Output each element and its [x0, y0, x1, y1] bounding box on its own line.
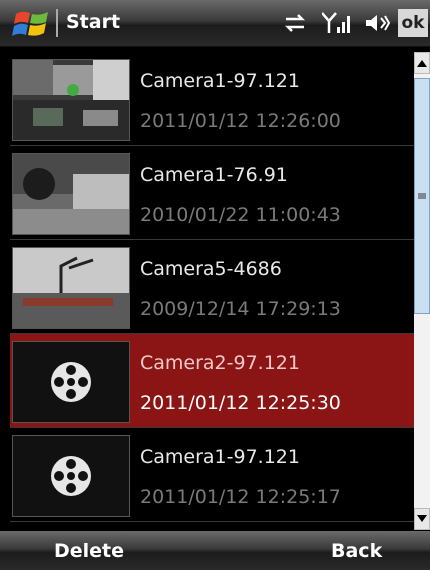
scroll-down-button[interactable] — [414, 508, 430, 530]
windows-logo-icon[interactable] — [12, 8, 52, 40]
film-reel-icon — [12, 435, 130, 517]
camera-name: Camera1-97.121 — [140, 446, 300, 468]
connectivity-icon[interactable] — [282, 12, 308, 38]
system-tray — [282, 11, 391, 39]
timestamp: 2011/01/12 12:26:00 — [140, 110, 341, 132]
crane-photo-thumbnail — [12, 247, 130, 329]
timestamp: 2010/01/22 11:00:43 — [140, 204, 341, 226]
timestamp: 2011/01/12 12:25:30 — [140, 392, 341, 414]
list-item-selected[interactable]: Camera2-97.121 2011/01/12 12:25:30 — [10, 334, 414, 428]
tunnel-photo-thumbnail — [12, 153, 130, 235]
recording-list: Camera1-97.121 2011/01/12 12:26:00 Camer… — [10, 52, 414, 530]
list-item[interactable]: Camera1-76.91 2010/01/22 11:00:43 — [10, 146, 414, 240]
street-photo-thumbnail — [12, 59, 130, 141]
camera-name: Camera2-97.121 — [140, 352, 300, 374]
scroll-thumb[interactable] — [414, 78, 430, 314]
list-item[interactable]: Camera1-97.121 2011/01/12 12:26:00 — [10, 52, 414, 146]
device-screen: Start ok Camera1-97.121 2011/01/12 12:26… — [0, 0, 430, 570]
timestamp: 2009/12/14 17:29:13 — [140, 298, 341, 320]
title-bar: Start ok — [0, 0, 430, 47]
softkey-bar: Delete Back — [0, 531, 430, 570]
list-item[interactable]: Camera5-4686 2009/12/14 17:29:13 — [10, 240, 414, 334]
delete-softkey[interactable]: Delete — [54, 540, 124, 562]
speaker-icon[interactable] — [364, 12, 391, 38]
signal-icon[interactable] — [321, 11, 350, 39]
camera-name: Camera1-97.121 — [140, 70, 300, 92]
camera-name: Camera5-4686 — [140, 258, 282, 280]
vertical-scrollbar[interactable] — [414, 52, 430, 530]
film-reel-icon — [12, 341, 130, 423]
list-item[interactable]: Camera1-97.121 2011/01/12 12:25:17 — [10, 428, 414, 522]
start-title[interactable]: Start — [66, 11, 120, 33]
title-separator — [56, 9, 58, 37]
camera-name: Camera1-76.91 — [140, 164, 288, 186]
timestamp: 2011/01/12 12:25:17 — [140, 486, 341, 508]
ok-button[interactable]: ok — [398, 9, 428, 37]
scroll-up-button[interactable] — [414, 52, 430, 74]
back-softkey[interactable]: Back — [331, 540, 382, 562]
